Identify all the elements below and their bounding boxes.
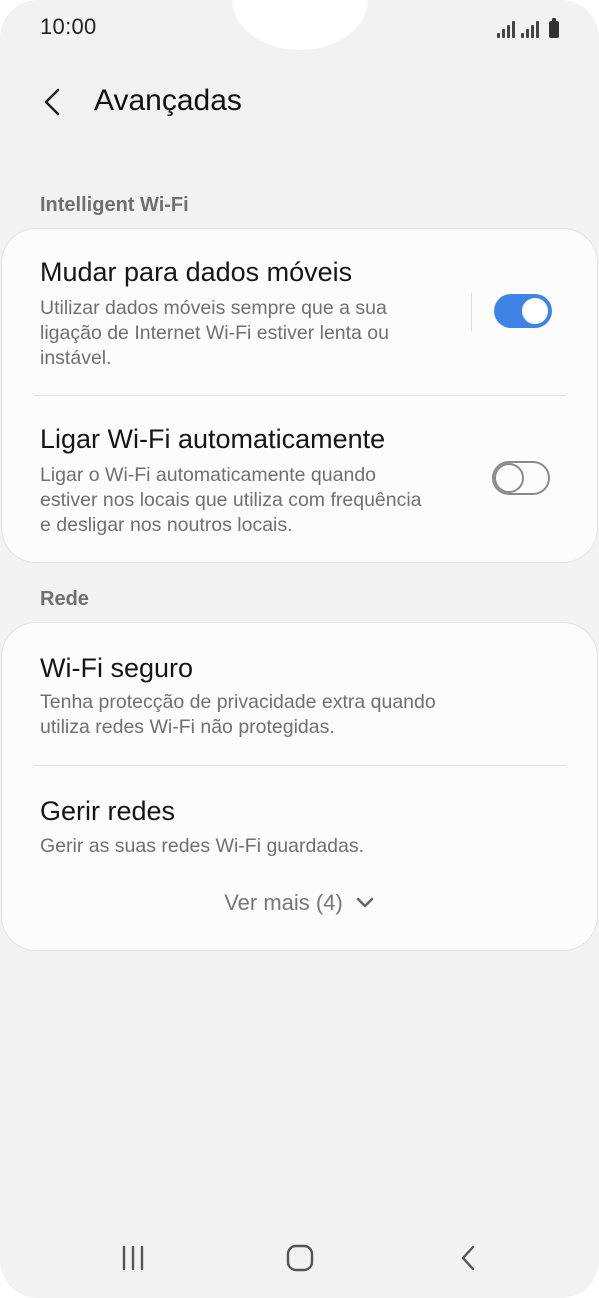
toggle-knob <box>494 463 524 493</box>
battery-icon <box>549 18 559 38</box>
home-button[interactable] <box>270 1232 330 1284</box>
list-item-manage-networks[interactable]: Gerir redes Gerir as suas redes Wi-Fi gu… <box>2 766 597 866</box>
app-bar: Avançadas <box>0 70 599 136</box>
back-icon <box>461 1245 475 1271</box>
list-item-switch-to-mobile-data[interactable]: Mudar para dados móveis Utilizar dados m… <box>2 229 597 395</box>
status-time: 10:00 <box>40 14 97 39</box>
signal-icon <box>521 20 539 38</box>
chevron-down-icon <box>356 897 374 908</box>
chevron-left-icon <box>44 88 60 116</box>
home-icon <box>286 1244 314 1272</box>
camera-notch <box>232 0 368 50</box>
nav-back-button[interactable] <box>438 1232 498 1284</box>
navigation-bar <box>0 1226 599 1290</box>
row-title: Gerir redes <box>40 796 176 826</box>
signal-icon <box>497 20 515 38</box>
section-label-rede: Rede <box>40 588 89 610</box>
vertical-divider <box>471 293 472 331</box>
row-description: Tenha protecção de privacidade extra qua… <box>40 691 436 738</box>
auto-wifi-toggle[interactable] <box>492 461 550 495</box>
recents-icon <box>122 1245 144 1271</box>
row-description: Gerir as suas redes Wi-Fi guardadas. <box>40 835 365 857</box>
row-title: Ligar Wi-Fi automaticamente <box>40 424 386 454</box>
row-title: Mudar para dados móveis <box>40 257 353 287</box>
row-description: Ligar o Wi-Fi automaticamente quando est… <box>40 464 422 536</box>
see-more-label: Ver mais (4) <box>224 890 343 915</box>
page-title: Avançadas <box>94 84 242 117</box>
row-description: Utilizar dados móveis sempre que a sua l… <box>40 297 390 369</box>
row-title: Wi-Fi seguro <box>40 653 194 683</box>
intelligent-wifi-card: Mudar para dados móveis Utilizar dados m… <box>2 229 597 562</box>
status-bar: 10:00 <box>0 0 599 56</box>
recents-button[interactable] <box>103 1232 163 1284</box>
status-icons <box>497 16 559 38</box>
list-item-auto-wifi[interactable]: Ligar Wi-Fi automaticamente Ligar o Wi-F… <box>2 396 597 562</box>
back-button[interactable] <box>28 78 76 126</box>
rede-card: Wi-Fi seguro Tenha protecção de privacid… <box>2 623 597 950</box>
section-label-intelligent-wifi: Intelligent Wi-Fi <box>40 194 189 216</box>
screen: 10:00 Avançadas Intelligent Wi-Fi Mudar … <box>0 0 599 1298</box>
toggle-knob <box>520 296 550 326</box>
mobile-data-toggle[interactable] <box>494 294 552 328</box>
see-more-button[interactable]: Ver mais (4) <box>2 890 597 916</box>
list-item-secure-wifi[interactable]: Wi-Fi seguro Tenha protecção de privacid… <box>2 623 597 765</box>
